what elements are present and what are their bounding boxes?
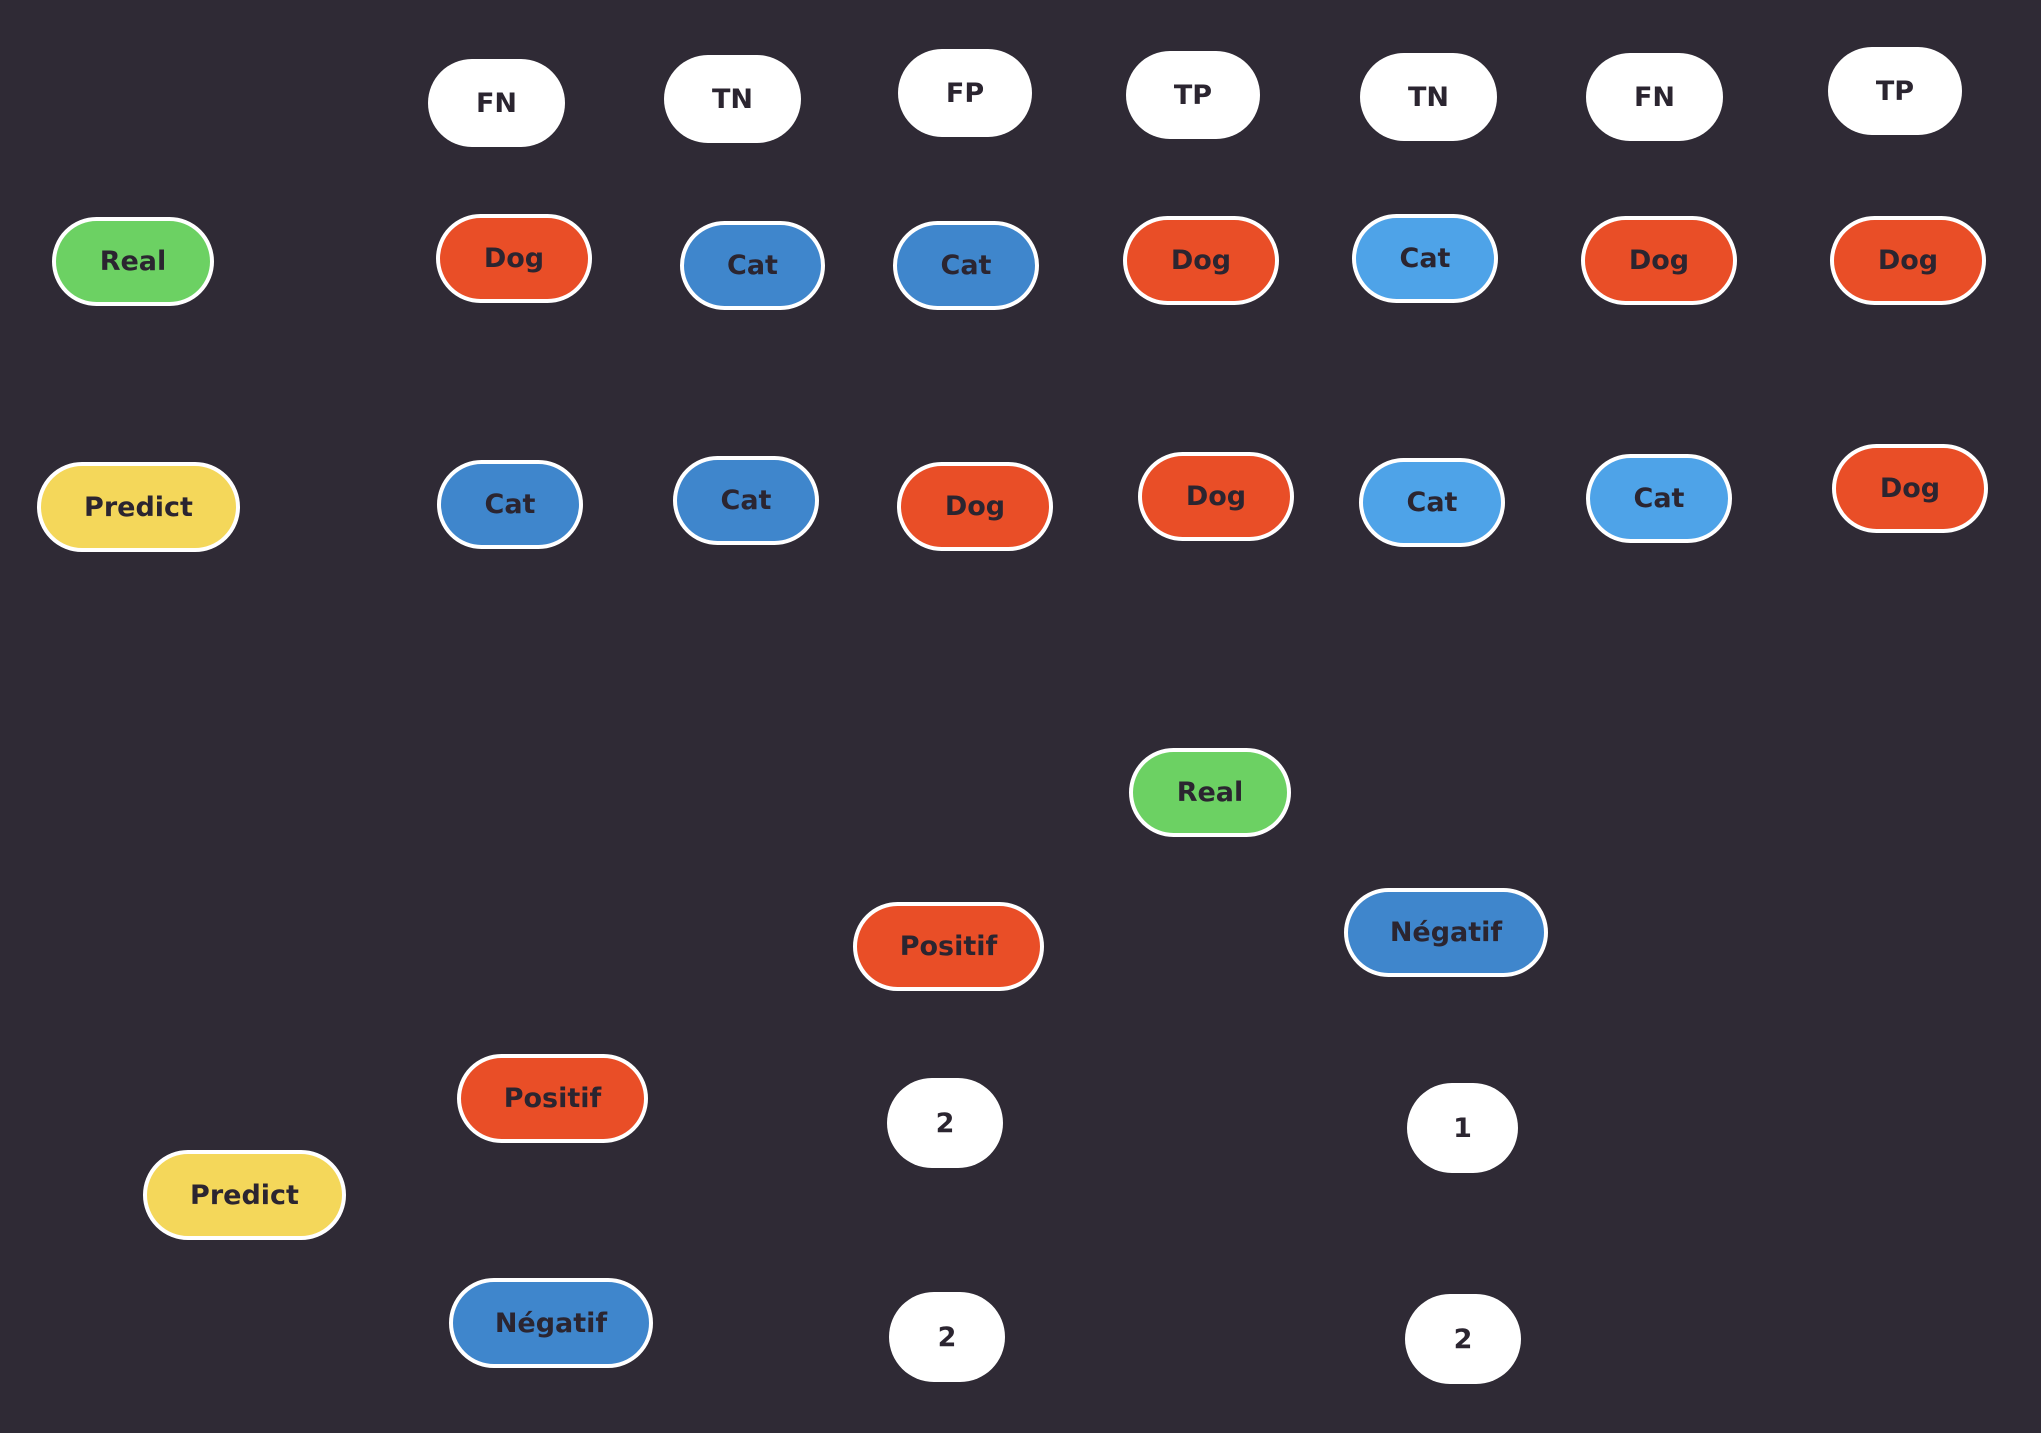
- real-value: Dog: [1581, 216, 1737, 305]
- predict-value: Cat: [1586, 454, 1732, 543]
- predict-value: Dog: [1832, 444, 1988, 533]
- matrix-cell-count: 2: [887, 1078, 1003, 1168]
- real-value: Dog: [1830, 216, 1986, 305]
- matrix-predict-label: Predict: [143, 1150, 346, 1240]
- outcome-label: TP: [1126, 51, 1260, 139]
- matrix-real-positive-header: Positif: [853, 902, 1044, 991]
- matrix-predict-positive-header: Positif: [457, 1054, 648, 1143]
- matrix-real-negative-header: Négatif: [1344, 888, 1548, 977]
- real-value: Cat: [1352, 214, 1498, 303]
- predict-value: Cat: [673, 456, 819, 545]
- outcome-label: TN: [1360, 53, 1497, 141]
- matrix-cell-count: 2: [1405, 1294, 1521, 1384]
- real-value: Dog: [1123, 216, 1279, 305]
- outcome-label: TN: [664, 55, 801, 143]
- matrix-real-label: Real: [1129, 748, 1291, 837]
- predict-value: Dog: [1138, 452, 1294, 541]
- matrix-cell-count: 1: [1407, 1083, 1518, 1173]
- matrix-predict-negative-header: Négatif: [449, 1278, 653, 1368]
- predict-value: Cat: [1359, 458, 1505, 547]
- outcome-label: FN: [428, 59, 565, 147]
- matrix-cell-count: 2: [889, 1292, 1005, 1382]
- predict-value: Dog: [897, 462, 1053, 551]
- outcome-label: TP: [1828, 47, 1962, 135]
- real-value: Cat: [680, 221, 825, 310]
- real-value: Dog: [436, 214, 592, 303]
- predict-value: Cat: [437, 460, 583, 549]
- outcome-label: FP: [898, 49, 1032, 137]
- real-value: Cat: [893, 221, 1039, 310]
- row-label-real: Real: [52, 217, 214, 306]
- outcome-label: FN: [1586, 53, 1723, 141]
- row-label-predict: Predict: [37, 462, 240, 552]
